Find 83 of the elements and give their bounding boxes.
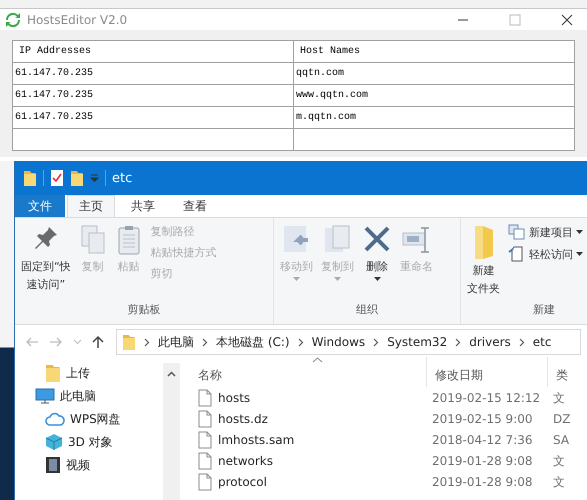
copy-icon xyxy=(78,224,107,256)
ribbon-button[interactable]: 新建项目 xyxy=(505,222,586,242)
file-type: 文 xyxy=(553,390,565,406)
file-icon xyxy=(198,431,212,449)
ribbon-button[interactable]: 删除 xyxy=(359,222,395,302)
ribbon-button[interactable]: 新建 文件夹 xyxy=(464,222,503,302)
file-date: 2019-02-15 9:00 xyxy=(432,412,532,426)
file-name[interactable]: hosts.dz xyxy=(218,412,268,426)
ribbon-tab[interactable]: 主页 xyxy=(67,195,115,217)
breadcrumb[interactable]: 此电脑 xyxy=(158,334,194,350)
chevron-icon xyxy=(144,338,150,346)
file-type: 文 xyxy=(553,452,565,470)
address-bar[interactable]: 此电脑 本地磁盘 (C:) Windows System32 drivers etc xyxy=(116,329,581,355)
refresh-icon xyxy=(5,12,21,28)
file-type: SA xyxy=(553,433,570,447)
table-cell[interactable]: 61.147.70.235 xyxy=(12,62,294,84)
file-icon xyxy=(198,452,212,470)
file-date: 2018-04-12 7:36 xyxy=(432,433,532,447)
breadcrumb[interactable]: etc xyxy=(532,335,552,349)
file-date: 2019-02-15 12:12 xyxy=(432,391,540,405)
column-header[interactable]: 类 xyxy=(548,357,587,387)
folder-icon xyxy=(70,169,84,187)
nav-item[interactable]: WPS网盘 xyxy=(15,409,163,429)
breadcrumb[interactable]: Windows xyxy=(312,335,366,349)
chevron-icon xyxy=(298,338,304,346)
cloud-icon xyxy=(45,412,65,426)
table-cell[interactable]: www.qqtn.com xyxy=(294,84,574,106)
file-icon xyxy=(198,410,212,428)
column-header: IP Addresses xyxy=(12,40,294,62)
column-header[interactable]: 名称 xyxy=(190,357,427,387)
sort-icon xyxy=(312,357,323,363)
caret-icon xyxy=(293,277,300,281)
breadcrumb[interactable]: drivers xyxy=(469,335,511,349)
folder-icon xyxy=(122,333,136,351)
window-title: etc xyxy=(112,170,132,186)
group-label: 组织 xyxy=(355,302,379,318)
file-icon xyxy=(198,473,212,491)
table-cell[interactable]: qqtn.com xyxy=(294,62,574,84)
folder-icon xyxy=(45,363,61,383)
breadcrumb[interactable]: System32 xyxy=(387,335,448,349)
table-cell[interactable]: m.qqtn.com xyxy=(294,106,574,128)
table-cell[interactable]: 61.147.70.235 xyxy=(12,106,294,128)
chevron-icon xyxy=(373,338,380,346)
chevron-icon xyxy=(518,338,525,346)
caret-icon xyxy=(334,277,341,281)
file-name[interactable]: hosts xyxy=(218,391,250,405)
group-label: 新建 xyxy=(532,302,556,318)
file-name[interactable]: lmhosts.sam xyxy=(218,433,294,447)
computer-icon xyxy=(35,388,55,404)
file-icon xyxy=(198,389,212,407)
cube-icon xyxy=(45,433,63,451)
file-date: 2019-01-28 9:08 xyxy=(432,475,532,489)
chevron-icon xyxy=(455,338,462,346)
nav-item[interactable]: 视频 xyxy=(15,455,163,475)
column-header: Host Names xyxy=(294,40,574,62)
column-header[interactable]: 修改日期 xyxy=(427,357,548,387)
nav-item[interactable]: 上传 xyxy=(15,363,163,383)
film-icon xyxy=(45,456,61,474)
file-name[interactable]: networks xyxy=(218,454,273,468)
nav-item[interactable]: 此电脑 xyxy=(15,386,163,406)
close-icon[interactable] xyxy=(561,14,573,26)
file-date: 2019-01-28 9:08 xyxy=(432,454,532,468)
new-item-icon xyxy=(508,224,526,240)
file-name[interactable]: protocol xyxy=(218,475,267,489)
scroll-up-icon[interactable] xyxy=(167,371,176,377)
folder-icon xyxy=(23,169,37,187)
chevron-icon xyxy=(202,338,208,346)
dropdown-icon[interactable] xyxy=(90,174,99,182)
table-cell[interactable]: 61.147.70.235 xyxy=(12,84,294,106)
nav-item[interactable]: 3D 对象 xyxy=(15,432,163,452)
group-label: 剪贴板 xyxy=(126,302,162,318)
properties-icon[interactable] xyxy=(50,169,64,187)
file-menu-tab[interactable]: 文件 xyxy=(15,195,65,217)
ribbon-button[interactable]: 固定到“快 速访问” xyxy=(18,222,74,302)
ribbon-button[interactable]: 轻松访问 xyxy=(505,244,586,264)
caret-icon xyxy=(576,252,583,256)
caret-icon xyxy=(576,230,583,234)
up-icon[interactable] xyxy=(92,335,104,349)
file-type: 文 xyxy=(553,474,565,490)
file-type: DZ xyxy=(553,412,570,426)
breadcrumb[interactable]: 本地磁盘 (C:) xyxy=(216,334,290,350)
window-title: HostsEditor V2.0 xyxy=(27,12,128,26)
caret-icon xyxy=(374,277,380,281)
